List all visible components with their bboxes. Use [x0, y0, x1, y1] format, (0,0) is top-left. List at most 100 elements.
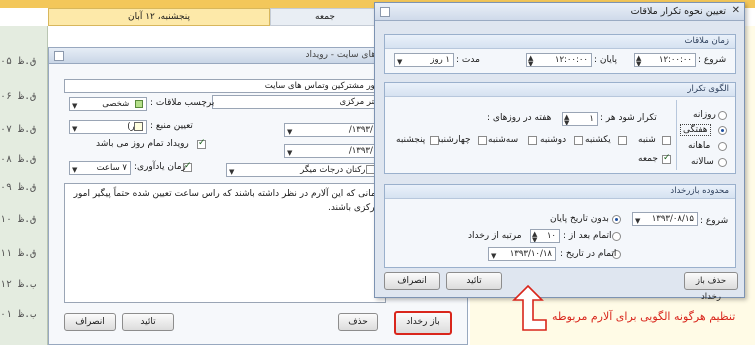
event-dialog-app-icon	[54, 51, 64, 61]
annotation-arrow-shape	[512, 284, 547, 331]
option-daily-radio[interactable]	[718, 111, 727, 120]
duration-label: مدت :	[456, 55, 480, 65]
day-tuesday-label: سه‌شنبه	[488, 135, 519, 145]
all-day-caption: رویداد تمام روز می باشد	[96, 139, 189, 149]
chevron-down-icon: ▼	[287, 128, 293, 136]
attendee-value: کارکنان درجات میگر	[300, 165, 372, 175]
start-time-field[interactable]: ۱۲:۰۰:۰۰ ▲ ▼	[634, 53, 696, 67]
label-dropdown[interactable]: شخصی ▼	[69, 97, 147, 111]
day-wednesday-checkbox[interactable]	[478, 136, 487, 145]
calendar-header-day-2[interactable]: جمعه	[270, 8, 380, 26]
day-saturday-checkbox[interactable]	[662, 136, 671, 145]
annotation-arrow	[512, 284, 547, 331]
day-monday-checkbox[interactable]	[574, 136, 583, 145]
range-start-label: شروع :	[700, 216, 729, 226]
day-thursday-checkbox[interactable]	[430, 136, 439, 145]
option-weekly-radio[interactable]	[718, 126, 727, 135]
duration-value: ۱ روز	[430, 55, 450, 65]
option-yearly-radio[interactable]	[718, 158, 727, 167]
recurrence-dialog-title: تعیین نحوه تکرار ملاقات	[630, 6, 726, 17]
end-after-label: اتمام بعد از :	[563, 231, 612, 241]
day-friday-checkbox[interactable]	[662, 153, 671, 164]
no-end-label: بدون تاریخ پایان	[550, 214, 609, 224]
range-start-date-value: ۱۳۹۳/۰۸/۱۵	[651, 214, 694, 224]
time-row-13: ۰۱ ب.ظ	[0, 309, 37, 320]
end-after-count-value: ۱۰	[546, 231, 556, 241]
recurrence-button[interactable]: باز رخداد	[394, 311, 452, 335]
option-weekly-label: هفتگی	[680, 124, 711, 136]
start-time-value: ۱۲:۰۰:۰۰	[658, 55, 692, 65]
recurrence-dialog-titlebar[interactable]: تعیین نحوه تکرار ملاقات ✕	[375, 3, 744, 21]
calendar-header-day-2-label: جمعه	[315, 12, 335, 22]
remove-recurrence-button[interactable]: حذف باز رخداد	[684, 272, 738, 302]
pattern-section-title: الگوی تکرار	[385, 83, 735, 97]
day-thursday-label: پنجشنبه	[396, 135, 426, 145]
day-sunday-label: یکشنبه	[585, 135, 611, 145]
recurrence-ok-button[interactable]: تائید	[446, 272, 502, 290]
calendar-header-day-1[interactable]: پنجشنبه، ۱۲ آبان	[48, 8, 270, 26]
ok-button[interactable]: تائید	[122, 313, 174, 331]
day-wednesday-label: چهارشنبه	[436, 135, 471, 145]
end-after-suffix: مرتبه از رخداد	[468, 231, 522, 241]
repeat-interval-field[interactable]: ۱ ▲ ▼	[562, 112, 598, 126]
day-friday-label: جمعه	[638, 154, 658, 164]
label-value: شخصی	[102, 99, 130, 109]
delete-button[interactable]: حذف	[338, 313, 378, 331]
end-date-field[interactable]: ۱۳۹۳/۰۸/ ▼	[284, 144, 386, 158]
chevron-down-icon: ▼	[397, 58, 403, 66]
option-yearly-label: سالانه	[691, 157, 714, 167]
reminder-dropdown[interactable]: ۷ ساعت ▼	[69, 161, 131, 175]
subject-field[interactable]: امور مشترکین وتماس های سایت	[64, 79, 386, 93]
end-time-value: ۱۲:۰۰:۰۰	[554, 55, 588, 65]
range-start-date-field[interactable]: ۱۳۹۳/۰۸/۱۵ ▼	[632, 212, 698, 226]
spinner-icon: ▲ ▼	[528, 54, 534, 67]
source-caption: تعیین منبع :	[150, 121, 193, 131]
label-color-swatch	[135, 99, 143, 108]
spinner-icon: ▲ ▼	[564, 113, 570, 126]
all-day-checkbox[interactable]	[197, 138, 206, 149]
option-monthly-radio[interactable]	[718, 142, 727, 151]
option-daily-label: روزانه	[693, 110, 716, 120]
chevron-down-icon: ▼	[72, 166, 78, 174]
spinner-icon: ▲ ▼	[532, 230, 538, 243]
time-row-5: ۰۵ ق.ظ	[0, 56, 37, 67]
time-row-7: ۰۷ ق.ظ	[0, 124, 37, 135]
reminder-caption: زمان یادآوری:	[134, 162, 186, 172]
no-end-radio[interactable]	[612, 215, 621, 224]
source-color-swatch	[134, 122, 143, 131]
start-date-field[interactable]: ۱۳۹۳/۰۸/ ▼	[284, 123, 386, 137]
option-monthly-label: ماهانه	[688, 141, 711, 151]
cancel-button[interactable]: انصراف	[64, 313, 116, 331]
day-saturday-label: شنبه	[638, 135, 656, 145]
description-textarea[interactable]: زمانی که این آلارم در نظر داشته باشند که…	[64, 183, 386, 303]
time-row-8: ۰۸ ق.ظ	[0, 154, 37, 165]
day-monday-label: دوشنبه	[540, 135, 567, 145]
end-by-label: اتمام در تاریخ :	[560, 249, 617, 259]
end-by-date-field[interactable]: ۱۳۹۳/۱۰/۱۸ ▼	[488, 247, 556, 261]
repeat-interval-value: ۱	[589, 114, 594, 124]
close-icon[interactable]: ✕	[732, 5, 740, 16]
day-sunday-checkbox[interactable]	[618, 136, 627, 145]
end-by-date-value: ۱۳۹۳/۱۰/۱۸	[509, 249, 552, 259]
location-field[interactable]: دفتر مرکزی	[212, 95, 386, 109]
duration-dropdown[interactable]: ۱ روز ▼	[394, 53, 454, 67]
time-row-9: ۰۹ ق.ظ	[0, 182, 37, 193]
repeat-prefix: تکرار شود هر :	[600, 113, 657, 123]
end-after-radio[interactable]	[612, 232, 621, 241]
recurrence-cancel-button[interactable]: انصراف	[384, 272, 440, 290]
spinner-icon: ▲ ▼	[636, 54, 642, 67]
calendar-time-column: ۰۵ ق.ظ ۰۶ ق.ظ ۰۷ ق.ظ ۰۸ ق.ظ ۰۹ ق.ظ ۱۰ ق.…	[0, 26, 48, 345]
day-tuesday-checkbox[interactable]	[528, 136, 537, 145]
chevron-down-icon: ▼	[287, 149, 293, 157]
end-time-label: پایان :	[594, 55, 617, 65]
time-row-12: ۱۲ ب.ظ	[0, 279, 37, 290]
chevron-down-icon: ▼	[635, 217, 641, 225]
label-caption: برچسب ملاقات :	[150, 98, 215, 108]
chevron-down-icon: ▼	[229, 168, 235, 176]
end-time-field[interactable]: ۱۲:۰۰:۰۰ ▲ ▼	[526, 53, 592, 67]
time-section-title: زمان ملاقات	[385, 35, 735, 49]
calendar-header-day-1-label: پنجشنبه، ۱۲ آبان	[128, 12, 190, 22]
attendee-dropdown[interactable]: کارکنان درجات میگر ▼	[226, 163, 376, 177]
recurrence-dialog-icon	[380, 7, 390, 17]
end-after-count-field[interactable]: ۱۰ ▲ ▼	[530, 229, 560, 243]
